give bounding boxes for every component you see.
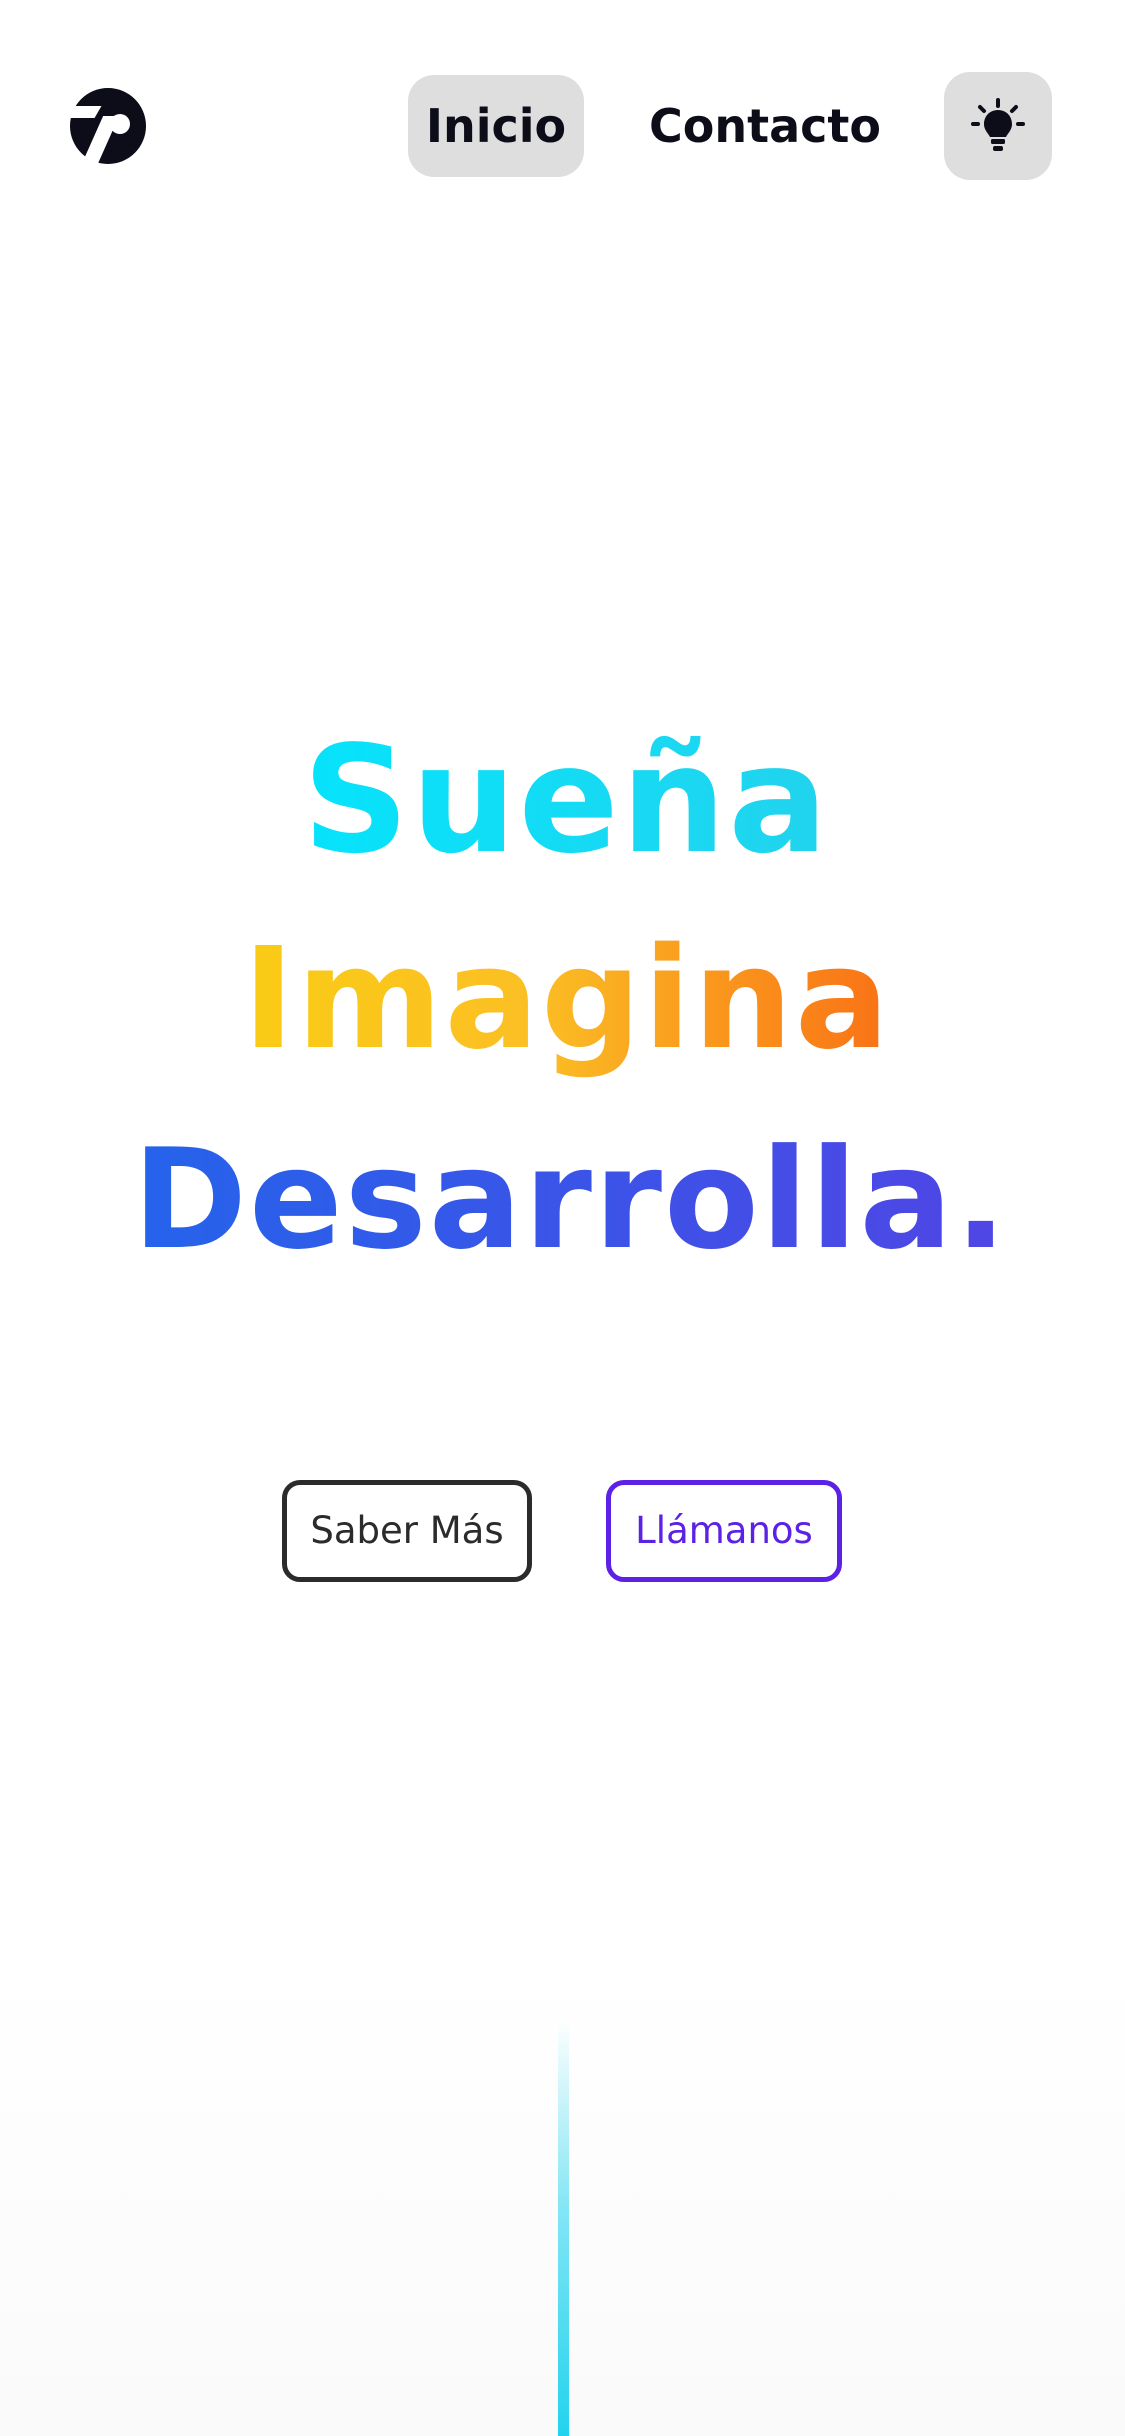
nav-inicio-button[interactable]: Inicio <box>408 75 584 177</box>
lightbulb-icon <box>971 98 1025 151</box>
logo-dot-mark <box>110 114 130 134</box>
hero-line-imagina: Imagina. <box>243 900 945 1100</box>
saber-mas-button[interactable]: Saber Más <box>282 1480 532 1582</box>
llamanos-button[interactable]: Llámanos <box>606 1480 842 1582</box>
logo-slash-mark <box>66 106 102 118</box>
scroll-indicator-line <box>558 2020 569 2436</box>
landing-page: Inicio Contacto Sueña. Imagina. Desarrol… <box>0 0 1125 2436</box>
theme-toggle-button[interactable] <box>944 72 1052 180</box>
hero-line-suena: Sueña. <box>303 700 887 900</box>
hero-headline: Sueña. Imagina. Desarrolla. <box>0 700 1125 1320</box>
brand-logo[interactable] <box>66 88 146 166</box>
nav-contacto-link[interactable]: Contacto <box>640 75 890 177</box>
hero-line-desarrolla: Desarrolla. <box>133 1100 1007 1300</box>
